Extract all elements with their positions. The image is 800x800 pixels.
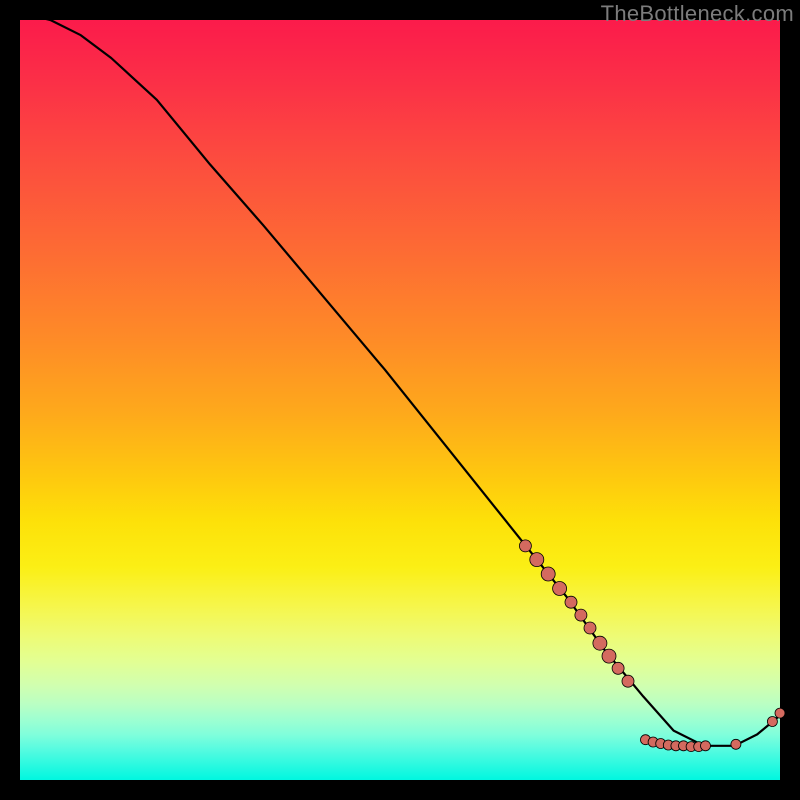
data-point-marker xyxy=(731,739,741,749)
data-point-marker xyxy=(622,675,634,687)
data-point-marker xyxy=(701,741,711,751)
data-point-marker xyxy=(530,553,544,567)
data-point-marker xyxy=(519,540,531,552)
chart-frame: TheBottleneck.com xyxy=(0,0,800,800)
data-point-marker xyxy=(541,567,555,581)
data-point-marker xyxy=(602,649,616,663)
data-point-marker xyxy=(553,582,567,596)
data-point-marker xyxy=(775,708,785,718)
highlighted-points-group xyxy=(519,540,785,752)
data-point-marker xyxy=(767,717,777,727)
data-point-marker xyxy=(584,622,596,634)
data-point-marker xyxy=(612,662,624,674)
chart-svg xyxy=(20,20,780,780)
data-point-marker xyxy=(575,609,587,621)
watermark-text: TheBottleneck.com xyxy=(601,1,794,27)
data-point-marker xyxy=(565,596,577,608)
data-point-marker xyxy=(593,636,607,650)
bottleneck-curve xyxy=(20,12,780,745)
